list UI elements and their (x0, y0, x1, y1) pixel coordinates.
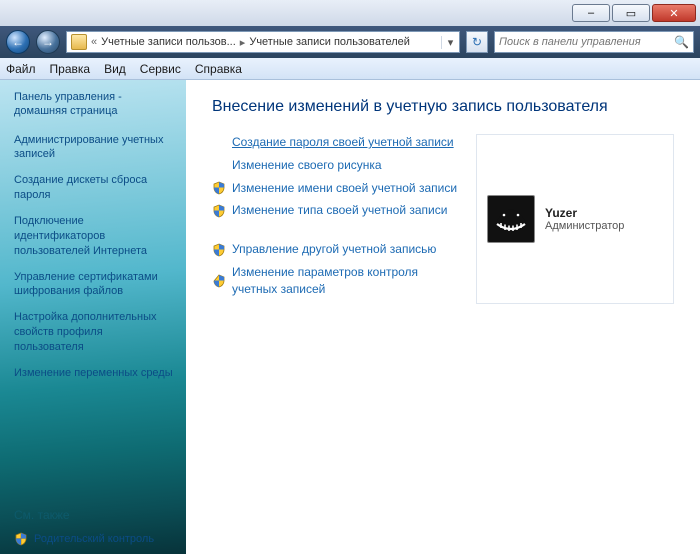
sidebar: Панель управления - домашняя страница Ад… (0, 80, 186, 554)
sidebar-task-0[interactable]: Администрирование учетных записей (14, 133, 174, 163)
shield-icon (212, 204, 226, 218)
task-change-name[interactable]: Изменение имени своей учетной записи (212, 180, 458, 197)
shield-icon (14, 532, 28, 546)
page-title: Внесение изменений в учетную запись поль… (212, 98, 674, 116)
shield-icon (212, 243, 226, 257)
folder-icon (71, 34, 87, 50)
nav-bar: ← → « Учетные записи пользов... ▸ Учетны… (0, 26, 700, 58)
avatar (487, 195, 535, 243)
menu-help[interactable]: Справка (195, 62, 242, 76)
shield-icon (212, 181, 226, 195)
parental-control-label: Родительский контроль (34, 533, 154, 545)
arrow-right-icon: → (42, 35, 54, 49)
address-bar[interactable]: « Учетные записи пользов... ▸ Учетные за… (66, 31, 460, 53)
search-input[interactable] (499, 36, 670, 48)
breadcrumb-2[interactable]: Учетные записи пользователей (245, 36, 414, 48)
task-change-picture[interactable]: Изменение своего рисунка (212, 157, 458, 174)
arrow-left-icon: ← (12, 35, 24, 49)
task-manage-other[interactable]: Управление другой учетной записью (212, 241, 458, 258)
back-button[interactable]: ← (6, 30, 30, 54)
see-also-heading: См. также (14, 508, 174, 522)
task-list: Создание пароля своей учетной записи Изм… (212, 134, 458, 304)
user-info: Yuzer Администратор (545, 206, 624, 232)
search-icon: 🔍 (674, 35, 689, 49)
shield-icon (212, 274, 226, 288)
sidebar-task-3[interactable]: Управление сертификатами шифрования файл… (14, 270, 174, 300)
control-panel-home-link[interactable]: Панель управления - домашняя страница (14, 90, 174, 119)
close-button[interactable]: ✕ (652, 4, 696, 22)
refresh-icon: ↻ (472, 35, 482, 49)
menu-bar: Файл Правка Вид Сервис Справка (0, 58, 700, 80)
breadcrumb-1[interactable]: Учетные записи пользов... (97, 36, 240, 48)
minimize-icon: – (588, 7, 594, 19)
task-uac-settings[interactable]: Изменение параметров контроля учетных за… (212, 264, 458, 298)
search-box[interactable]: 🔍 (494, 31, 694, 53)
user-name: Yuzer (545, 206, 624, 220)
sidebar-task-4[interactable]: Настройка дополнительных свойств профиля… (14, 310, 174, 355)
sidebar-task-1[interactable]: Создание дискеты сброса пароля (14, 173, 174, 203)
user-card[interactable]: Yuzer Администратор (476, 134, 674, 304)
forward-button[interactable]: → (36, 30, 60, 54)
maximize-button[interactable]: ▭ (612, 4, 650, 22)
menu-file[interactable]: Файл (6, 62, 36, 76)
task-create-password[interactable]: Создание пароля своей учетной записи (212, 134, 458, 151)
sidebar-task-5[interactable]: Изменение переменных среды (14, 366, 174, 381)
menu-edit[interactable]: Правка (50, 62, 91, 76)
task-change-type[interactable]: Изменение типа своей учетной записи (212, 202, 458, 219)
minimize-button[interactable]: – (572, 4, 610, 22)
window-titlebar: – ▭ ✕ (0, 0, 700, 26)
main-area: Панель управления - домашняя страница Ад… (0, 80, 700, 554)
parental-control-link[interactable]: Родительский контроль (14, 532, 174, 546)
address-dropdown-icon[interactable]: ▾ (441, 36, 459, 49)
sidebar-task-2[interactable]: Подключение идентификаторов пользователе… (14, 214, 174, 259)
content-pane: Внесение изменений в учетную запись поль… (186, 80, 700, 554)
menu-tools[interactable]: Сервис (140, 62, 181, 76)
user-role: Администратор (545, 220, 624, 232)
menu-view[interactable]: Вид (104, 62, 126, 76)
refresh-button[interactable]: ↻ (466, 31, 488, 53)
maximize-icon: ▭ (626, 7, 636, 20)
avatar-icon (491, 201, 531, 237)
close-icon: ✕ (669, 7, 678, 20)
